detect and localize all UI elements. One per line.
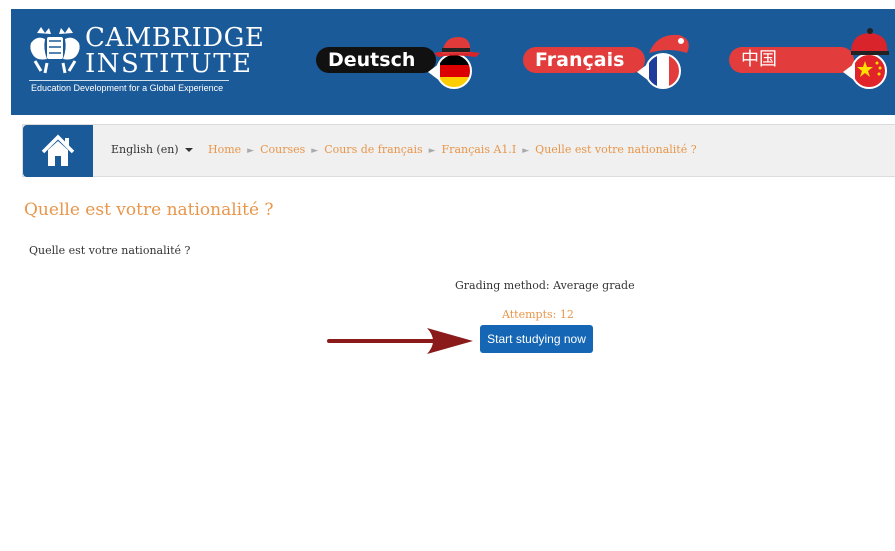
- home-icon: [41, 134, 75, 166]
- breadcrumb: Home ► Courses ► Cours de français ► Français …: [208, 143, 697, 156]
- language-banner-francais[interactable]: Français: [523, 33, 698, 93]
- breadcrumb-current-page[interactable]: Quelle est votre nationalité ?: [535, 143, 696, 156]
- language-label-deutsch: Deutsch: [316, 47, 436, 73]
- lion-crest-icon: [30, 27, 80, 74]
- cambridge-institute-logo[interactable]: CAMBRIDGE INSTITUTE Education Developmen…: [27, 23, 264, 103]
- german-flag-hat-icon: [428, 37, 480, 89]
- logo-text-institute: INSTITUTE: [85, 49, 253, 79]
- language-banner-deutsch[interactable]: Deutsch: [316, 33, 486, 93]
- breadcrumb-separator-icon: ►: [428, 146, 436, 156]
- breadcrumb-francais-a1[interactable]: Français A1.I: [442, 143, 517, 156]
- language-label-francais: Français: [523, 47, 645, 73]
- language-banner-chinese[interactable]: 中国: [729, 28, 895, 93]
- language-label-chinese: 中国: [729, 47, 854, 73]
- breadcrumb-courses[interactable]: Courses: [260, 143, 305, 156]
- start-studying-button[interactable]: Start studying now: [480, 325, 593, 353]
- chinese-flag-hat-icon: [843, 28, 889, 89]
- breadcrumb-separator-icon: ►: [247, 146, 255, 156]
- language-selector-label: English (en): [111, 143, 179, 156]
- breadcrumb-separator-icon: ►: [311, 146, 319, 156]
- breadcrumb-home[interactable]: Home: [208, 143, 241, 156]
- page-title: Quelle est votre nationalité ?: [24, 200, 274, 220]
- breadcrumb-separator-icon: ►: [522, 146, 530, 156]
- logo-divider: [29, 80, 229, 81]
- grading-method: Grading method: Average grade: [455, 279, 635, 292]
- intro-text: Quelle est votre nationalité ?: [29, 244, 191, 257]
- navigation-bar: English (en) Home ► Courses ► Cours de franç…: [22, 124, 895, 177]
- logo-tagline: Education Development for a Global Exper…: [31, 83, 224, 93]
- attempts-count: Attempts: 12: [502, 308, 574, 321]
- caret-down-icon: [185, 148, 194, 152]
- home-button[interactable]: [23, 125, 93, 177]
- header-banner: CAMBRIDGE INSTITUTE Education Developmen…: [11, 9, 895, 115]
- french-flag-beret-icon: [637, 34, 689, 89]
- language-selector[interactable]: English (en): [111, 143, 194, 156]
- breadcrumb-cours-de-francais[interactable]: Cours de français: [324, 143, 422, 156]
- pointer-arrow-icon: [327, 328, 473, 354]
